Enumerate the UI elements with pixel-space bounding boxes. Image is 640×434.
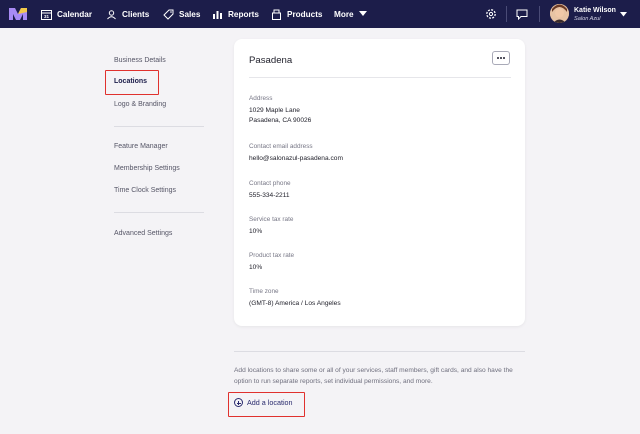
nav-reports-label: Reports	[228, 9, 259, 19]
vagaro-logo-icon[interactable]	[9, 6, 27, 22]
time-zone-value: (GMT-8) America / Los Angeles	[249, 300, 341, 307]
settings-gear-icon[interactable]	[485, 8, 497, 20]
user-business-name: Salon Azul	[574, 16, 601, 22]
locations-help-text: Add locations to share some or all of yo…	[234, 367, 513, 385]
sidebar-item-business-details[interactable]: Business Details	[114, 57, 166, 64]
sidebar-item-locations[interactable]: Locations	[114, 78, 147, 85]
chat-bubble-icon[interactable]	[516, 8, 528, 20]
calendar-icon: 31	[41, 9, 52, 20]
nav-reports[interactable]: Reports	[212, 0, 259, 28]
address-line2: Pasadena, CA 90026	[249, 117, 312, 124]
sidebar-divider	[114, 126, 204, 127]
time-zone-label: Time zone	[249, 288, 279, 295]
nav-products-label: Products	[287, 9, 323, 19]
user-name[interactable]: Katie Wilson	[574, 7, 616, 14]
add-location-label: Add a location	[247, 398, 293, 407]
add-location-button[interactable]: Add a location	[234, 398, 293, 407]
nav-more-label: More	[334, 9, 354, 19]
bar-chart-icon	[213, 10, 222, 19]
nav-calendar-label: Calendar	[57, 9, 93, 19]
nav-calendar[interactable]: 31 Calendar	[41, 0, 92, 28]
more-dot	[503, 57, 506, 59]
sidebar-divider	[114, 212, 204, 213]
address-label: Address	[249, 95, 273, 102]
sidebar-item-logo-branding[interactable]: Logo & Branding	[114, 101, 166, 108]
service-tax-label: Service tax rate	[249, 216, 294, 223]
user-avatar[interactable]	[550, 4, 569, 23]
phone-label: Contact phone	[249, 180, 291, 187]
clients-icon	[107, 9, 116, 19]
location-name: Pasadena	[249, 55, 293, 66]
section-divider	[234, 351, 525, 352]
card-divider	[249, 77, 511, 78]
nav-sales-label: Sales	[179, 9, 201, 19]
nav-divider	[506, 6, 507, 22]
sidebar-item-advanced-settings[interactable]: Advanced Settings	[114, 230, 172, 237]
more-dot	[496, 57, 499, 59]
user-menu-caret-icon[interactable]	[620, 12, 627, 17]
more-options-button[interactable]	[492, 51, 510, 65]
email-value: hello@salonazul-pasadena.com	[249, 155, 343, 162]
nav-products[interactable]: Products	[271, 0, 323, 28]
location-card: Pasadena Address 1029 Maple Lane Pasaden…	[234, 39, 525, 326]
service-tax-value: 10%	[249, 228, 263, 235]
nav-clients[interactable]: Clients	[106, 0, 149, 28]
email-label: Contact email address	[249, 143, 313, 150]
nav-sales[interactable]: Sales	[163, 0, 200, 28]
product-tax-label: Product tax rate	[249, 252, 295, 259]
nav-divider	[539, 6, 540, 22]
sidebar-item-time-clock-settings[interactable]: Time Clock Settings	[114, 187, 176, 194]
nav-more[interactable]: More	[334, 0, 367, 28]
sidebar-item-feature-manager[interactable]: Feature Manager	[114, 143, 168, 150]
address-line1: 1029 Maple Lane	[249, 107, 300, 114]
caret-down-icon	[358, 11, 367, 16]
more-dot	[500, 57, 502, 59]
svg-text:31: 31	[44, 14, 50, 19]
products-icon	[272, 9, 281, 20]
phone-value: 555-334-2211	[249, 192, 290, 199]
nav-clients-label: Clients	[122, 9, 150, 19]
plus-circle-icon	[234, 398, 243, 407]
sidebar-item-membership-settings[interactable]: Membership Settings	[114, 165, 180, 172]
tag-icon	[163, 9, 174, 20]
product-tax-value: 10%	[249, 264, 263, 271]
top-navigation-bar: 31 Calendar Clients Sales Reports Produc…	[0, 0, 640, 28]
